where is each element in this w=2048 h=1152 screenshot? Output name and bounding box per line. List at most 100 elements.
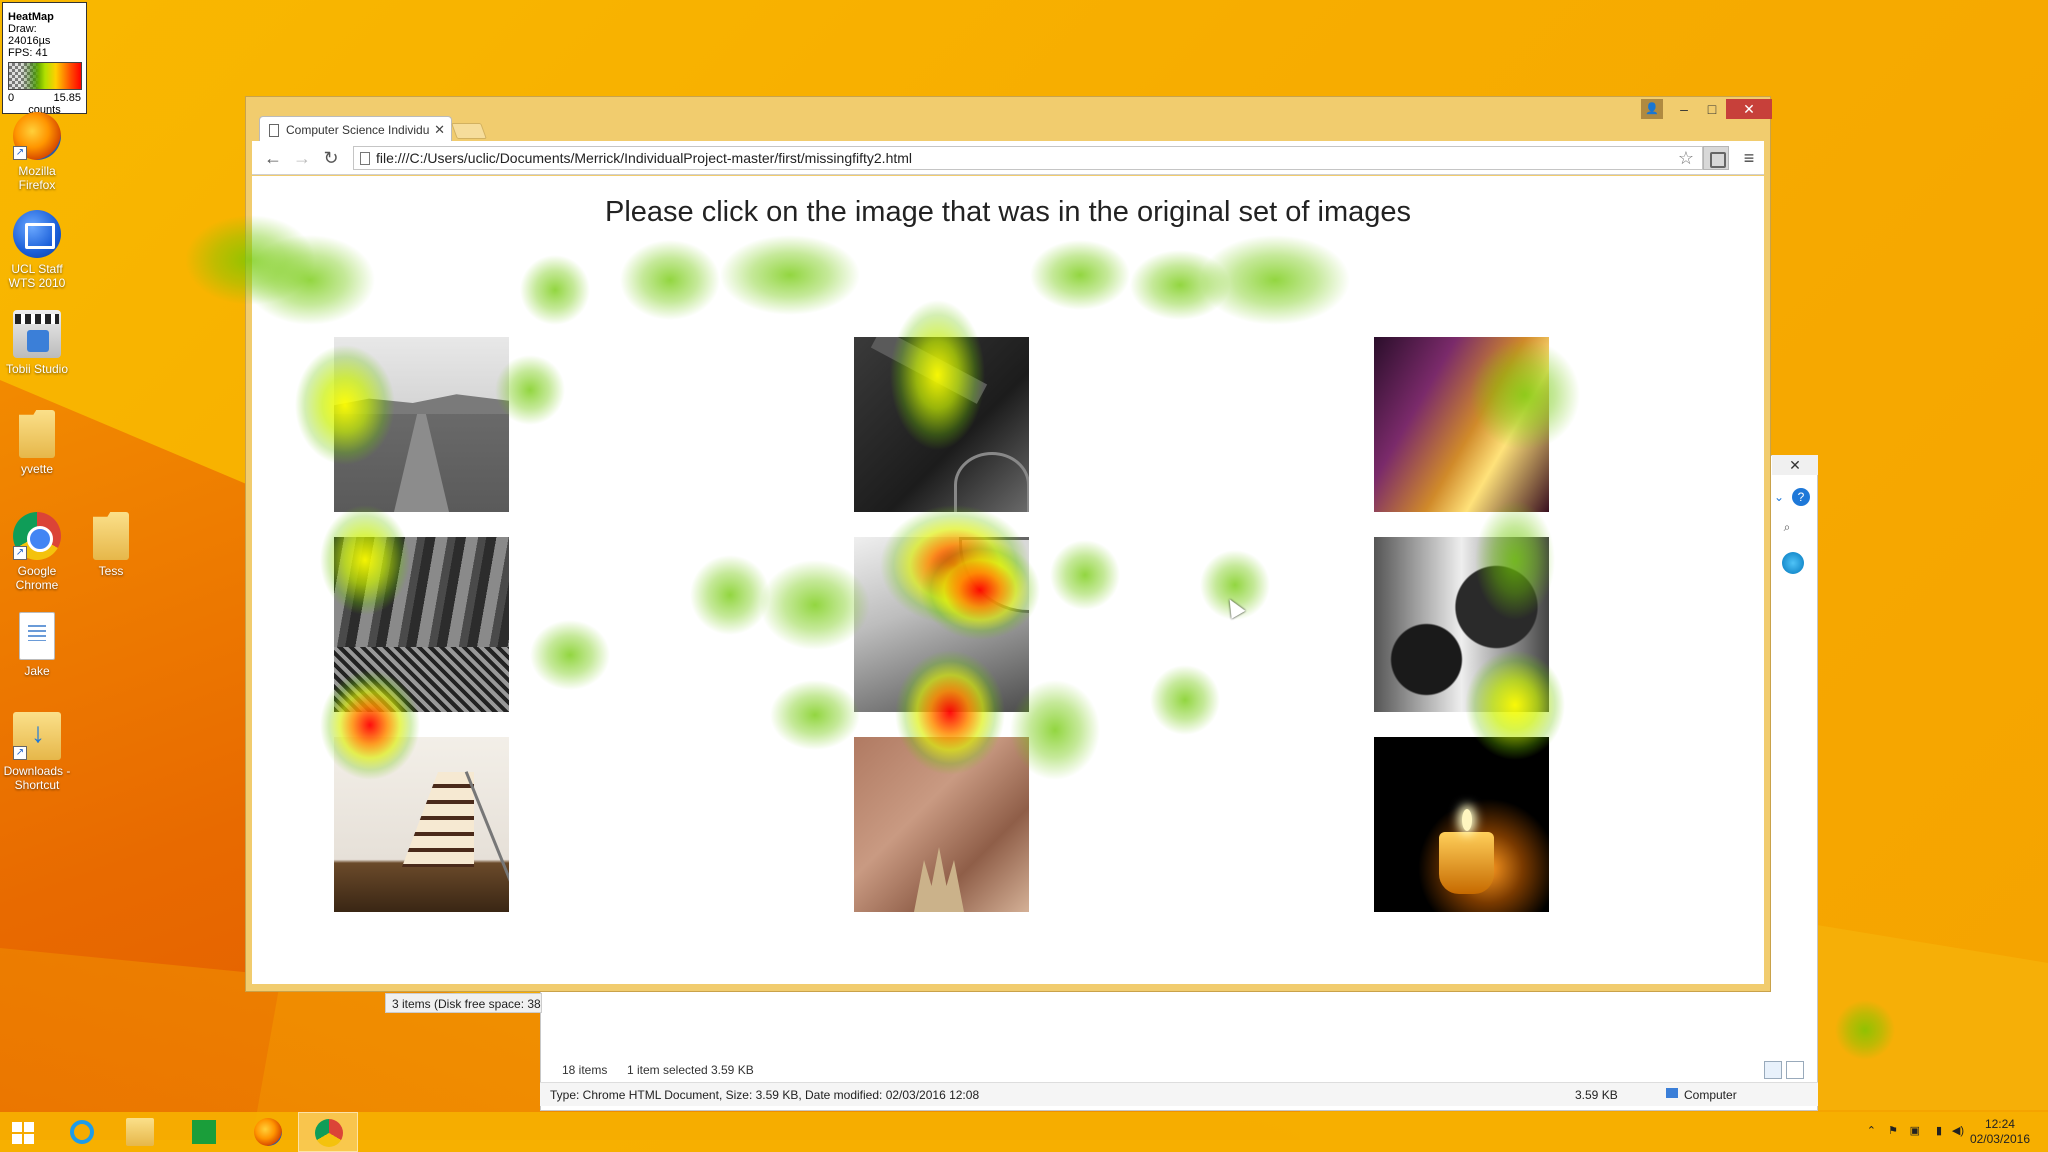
url-text: file:///C:/Users/uclic/Documents/Merrick… xyxy=(376,150,913,166)
computer-icon xyxy=(1666,1088,1678,1098)
explorer-close-button[interactable]: ✕ xyxy=(1772,455,1818,475)
minimize-button[interactable]: – xyxy=(1671,99,1697,119)
document-icon xyxy=(19,612,55,660)
clock-date: 02/03/2016 xyxy=(1969,1132,2030,1146)
bookmark-star-icon[interactable]: ☆ xyxy=(1678,148,1694,169)
taskbar: ⌃ ⚑ ▣ ▮ ◀) 12:24 02/03/2016 xyxy=(0,1112,2048,1152)
wifi-signal-icon[interactable]: ▮ xyxy=(1936,1124,1942,1137)
large-icons-view-button[interactable] xyxy=(1786,1061,1804,1079)
details-view-button[interactable] xyxy=(1764,1061,1782,1079)
user-profile-icon[interactable]: 👤 xyxy=(1641,99,1663,119)
tab-title: Computer Science Individu xyxy=(286,123,430,137)
menu-icon[interactable]: ≡ xyxy=(1738,147,1760,169)
desktop-icon-label: yvette xyxy=(20,462,53,476)
close-button[interactable]: ✕ xyxy=(1726,99,1772,119)
close-tab-icon[interactable]: ✕ xyxy=(434,122,445,138)
cake-image[interactable] xyxy=(334,737,509,912)
desktop-icon-label: Jake xyxy=(24,664,50,678)
windows-logo-icon xyxy=(12,1122,34,1144)
taskbar-internet-explorer[interactable] xyxy=(52,1112,112,1152)
new-tab-button[interactable] xyxy=(451,123,487,139)
page-icon xyxy=(269,124,279,137)
extension-icon[interactable] xyxy=(1703,146,1729,170)
file-details: Type: Chrome HTML Document, Size: 3.59 K… xyxy=(550,1088,980,1102)
firefox-icon: ↗ xyxy=(13,112,61,160)
store-icon xyxy=(192,1120,216,1144)
internet-explorer-icon xyxy=(70,1120,94,1144)
heatmap-legend: HeatMap Draw: 24016µs FPS: 41 0 15.85 co… xyxy=(2,2,87,116)
help-icon[interactable]: ? xyxy=(1792,488,1810,506)
tray-expand-icon[interactable]: ⌃ xyxy=(1867,1124,1876,1137)
taskbar-file-explorer[interactable] xyxy=(110,1112,170,1152)
clock[interactable]: 12:24 02/03/2016 xyxy=(1970,1117,2030,1147)
explorer-status-bar: 18 items 1 item selected 3.59 KB xyxy=(540,1060,1818,1080)
clock-time: 12:24 xyxy=(1984,1117,2015,1131)
heatmap-draw-time: Draw: 24016µs xyxy=(8,23,51,47)
folder-icon xyxy=(126,1118,154,1146)
selected-size: 3.59 KB xyxy=(711,1063,754,1077)
plant-image[interactable] xyxy=(854,737,1029,912)
heatmap-title: HeatMap xyxy=(8,11,54,23)
remote-desktop-icon xyxy=(13,210,61,258)
maximize-button[interactable]: □ xyxy=(1699,99,1725,119)
back-icon[interactable]: ← xyxy=(262,147,284,169)
candle-image[interactable] xyxy=(1374,737,1549,912)
desktop-icon-label: Tess xyxy=(98,564,124,578)
heatmap-color-scale xyxy=(8,62,82,90)
flag-icon[interactable]: ⚑ xyxy=(1888,1124,1898,1137)
ladle-image[interactable] xyxy=(854,537,1029,712)
items-count: 18 items xyxy=(562,1063,608,1077)
firefox-icon xyxy=(254,1118,282,1146)
road-image[interactable] xyxy=(334,337,509,512)
chrome-window[interactable]: 👤 – □ ✕ Computer Science Individu ✕ ← → … xyxy=(245,96,1772,992)
chevron-down-icon[interactable]: ⌄ xyxy=(1770,488,1788,506)
network-adapter-icon[interactable]: ▣ xyxy=(1910,1124,1920,1137)
desktop-icon-label: Tobii Studio xyxy=(5,362,69,376)
heatmap-fps: FPS: 41 xyxy=(8,47,48,59)
desktop-icon-label: UCL Staff WTS 2010 xyxy=(8,262,66,290)
street-sign-image[interactable] xyxy=(854,337,1029,512)
desktop-icon-label: Mozilla Firefox xyxy=(18,164,56,192)
taskbar-chrome[interactable] xyxy=(298,1112,358,1152)
tobii-studio-icon xyxy=(13,310,61,358)
selected-count: 1 item selected xyxy=(627,1063,708,1077)
rocks-waterfall-image[interactable] xyxy=(1374,537,1549,712)
desktop-icon-tess[interactable]: Tess xyxy=(74,512,148,578)
desktop-icon-jake[interactable]: Jake xyxy=(0,612,74,678)
desktop-icon-label: Google Chrome xyxy=(15,564,59,592)
chrome-icon xyxy=(315,1119,343,1147)
search-icon[interactable]: ⌕ xyxy=(1778,518,1796,536)
chrome-icon: ↗ xyxy=(13,512,61,560)
desktop-icon-chrome[interactable]: ↗ Google Chrome xyxy=(0,512,74,592)
browser-toolbar: ← → ↻ file:///C:/Users/uclic/Documents/M… xyxy=(252,141,1764,175)
page-icon xyxy=(360,152,370,165)
forward-icon[interactable]: → xyxy=(291,147,313,169)
taskbar-store[interactable] xyxy=(172,1112,232,1152)
saxophone-image[interactable] xyxy=(1374,337,1549,512)
desktop-icon-firefox[interactable]: ↗ Mozilla Firefox xyxy=(0,112,74,192)
downloads-folder-icon: ↗ xyxy=(13,712,61,760)
start-button[interactable] xyxy=(0,1112,60,1152)
globe-icon[interactable] xyxy=(1782,552,1804,574)
folder-icon xyxy=(93,512,129,560)
page-content: Please click on the image that was in th… xyxy=(252,176,1764,984)
cucumbers-image[interactable] xyxy=(334,537,509,712)
address-bar[interactable]: file:///C:/Users/uclic/Documents/Merrick… xyxy=(353,146,1703,170)
volume-icon[interactable]: ◀) xyxy=(1952,1124,1964,1137)
desktop-icon-yvette[interactable]: yvette xyxy=(0,410,74,476)
page-heading: Please click on the image that was in th… xyxy=(605,196,1411,228)
desktop-icon-downloads[interactable]: ↗ Downloads - Shortcut xyxy=(0,712,74,792)
desktop-icon-label: Downloads - Shortcut xyxy=(3,764,71,792)
taskbar-firefox[interactable] xyxy=(236,1112,296,1152)
folder-icon xyxy=(19,410,55,458)
heatmap-min: 0 xyxy=(8,92,15,104)
reload-icon[interactable]: ↻ xyxy=(320,147,342,169)
desktop-icon-ucl-staff[interactable]: UCL Staff WTS 2010 xyxy=(0,210,74,290)
file-location: Computer xyxy=(1684,1088,1737,1102)
desktop-icon-tobii[interactable]: Tobii Studio xyxy=(0,310,74,376)
tab-computer-science[interactable]: Computer Science Individu ✕ xyxy=(259,116,452,142)
explorer-left-status: 3 items (Disk free space: 386 xyxy=(385,993,542,1013)
heatmap-max: 15.85 xyxy=(53,92,81,104)
file-size: 3.59 KB xyxy=(1575,1088,1618,1102)
explorer-details-bar: Type: Chrome HTML Document, Size: 3.59 K… xyxy=(540,1082,1818,1106)
